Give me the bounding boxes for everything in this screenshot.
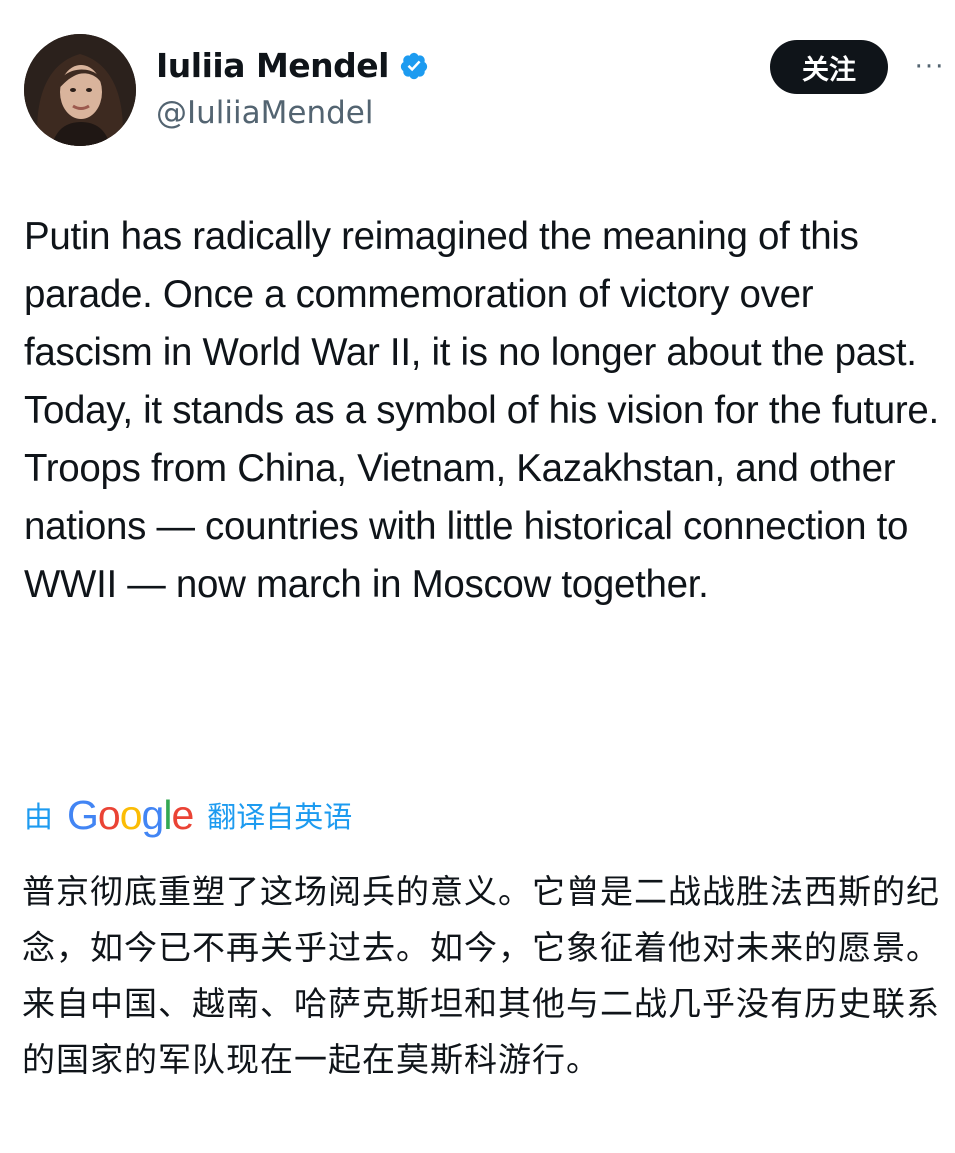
more-dots-icon[interactable]: ··· xyxy=(908,52,952,82)
user-handle[interactable]: @IuliiaMendel xyxy=(156,95,373,131)
translated-paragraph: 来自中国、越南、哈萨克斯坦和其他与二战几乎没有历史联系的国家的军队现在一起在莫斯… xyxy=(22,984,940,1079)
tweet-paragraph: Putin has radically reimagined the meani… xyxy=(24,215,939,432)
translated-paragraph: 普京彻底重塑了这场阅兵的意义。它曾是二战战胜法西斯的纪念，如今已不再关乎过去。如… xyxy=(22,872,940,967)
follow-button[interactable]: 关注 xyxy=(770,40,888,94)
tweet-paragraph: Troops from China, Vietnam, Kazakhstan, … xyxy=(24,447,909,606)
verified-badge-icon xyxy=(399,51,429,81)
avatar-photo xyxy=(24,34,136,146)
translated-text: 普京彻底重塑了这场阅兵的意义。它曾是二战战胜法西斯的纪念，如今已不再关乎过去。如… xyxy=(22,864,942,1088)
google-logo: Google xyxy=(67,791,194,838)
display-name[interactable]: Iuliia Mendel xyxy=(156,46,390,85)
avatar[interactable] xyxy=(24,34,136,146)
tweet-header: Iuliia Mendel @IuliiaMendel 关注 ··· xyxy=(0,0,955,160)
translation-attribution[interactable]: 由 Google 翻译自英语 xyxy=(24,790,352,840)
translation-prefix: 由 xyxy=(24,800,54,834)
tweet-text: Putin has radically reimagined the meani… xyxy=(24,208,949,614)
translation-suffix: 翻译自英语 xyxy=(207,800,353,834)
name-row: Iuliia Mendel xyxy=(156,46,429,85)
